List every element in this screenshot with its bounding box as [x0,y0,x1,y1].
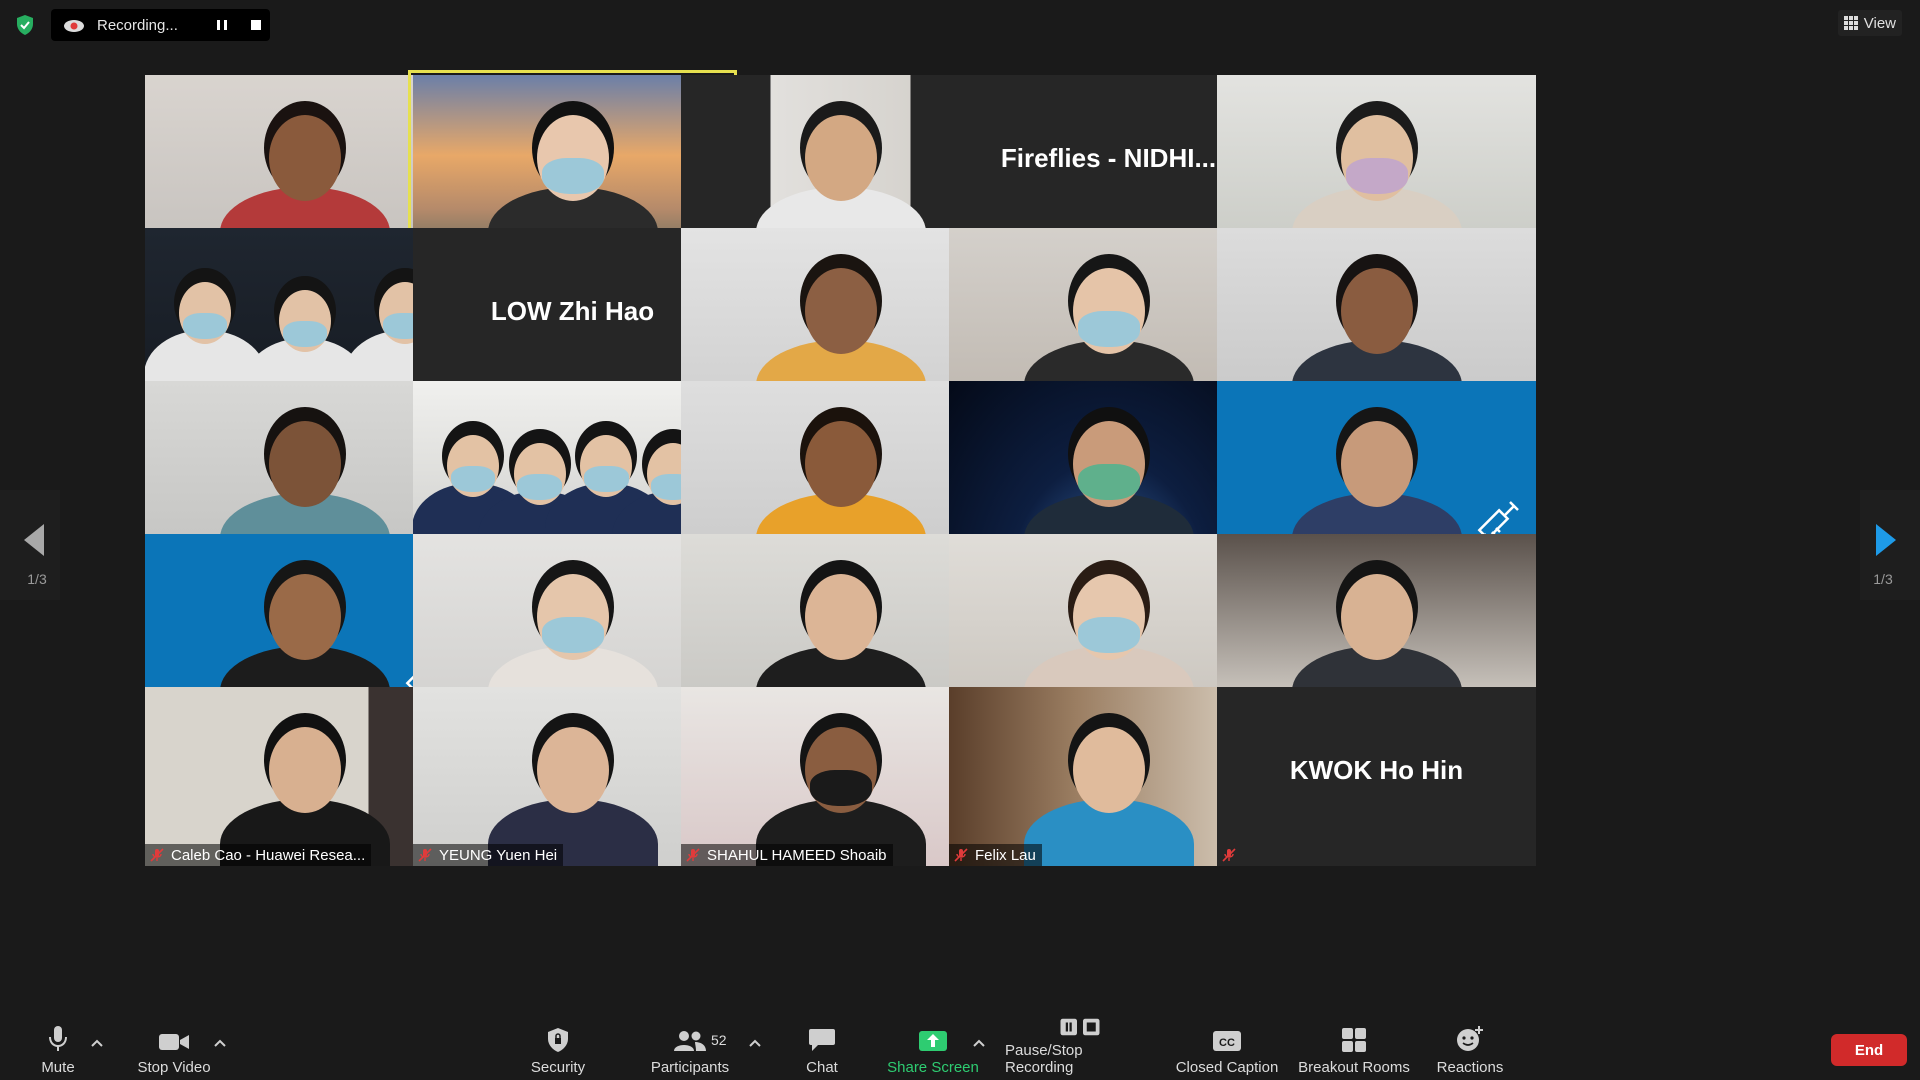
video-camera-icon [159,1034,189,1050]
security-shield-icon[interactable] [12,12,38,38]
stop-video-label: Stop Video [137,1059,211,1076]
reactions-label: Reactions [1436,1059,1504,1076]
participant-name-label [1217,844,1249,866]
face-mask [1078,311,1140,348]
face-mask [584,465,629,492]
mic-muted-icon [418,848,432,862]
closed-caption-label: Closed Caption [1175,1059,1279,1076]
participant-face [805,115,877,201]
participant-face [269,727,341,813]
video-gallery: AnkolikaYEAP Su JinPerkins HO (AWS)Firef… [145,70,1775,1005]
page-indicator-left: 1/3 [27,571,47,587]
share-screen-button[interactable]: Share Screen [887,1018,979,1080]
face-mask [282,320,328,347]
share-options-caret-icon[interactable] [972,1038,986,1048]
participant-face [269,421,341,507]
reactions-button[interactable]: Reactions [1434,1018,1506,1080]
previous-page-arrow-icon[interactable] [20,520,50,560]
recording-status: Recording... [97,16,178,34]
mute-label: Mute [41,1059,75,1076]
face-mask [1078,464,1140,501]
face-mask [542,617,604,654]
mic-muted-icon [1222,848,1236,862]
face-mask [1346,158,1408,195]
chat-label: Chat [806,1059,838,1076]
security-button[interactable]: Security [528,1018,588,1080]
view-button[interactable]: View [1837,10,1902,36]
face-mask [517,473,562,500]
breakout-rooms-button[interactable]: Breakout Rooms [1296,1018,1412,1080]
participant-name-label: Felix Lau [949,844,1042,866]
closed-caption-icon: CC [1213,1031,1241,1051]
breakout-rooms-icon [1342,1028,1366,1052]
participant-name-text: YEUNG Yuen Hei [439,846,558,864]
participant-face [537,727,609,813]
pause-stop-recording-icon [1060,1018,1100,1036]
face-mask [450,465,496,492]
participant-name-label: Caleb Cao - Huawei Resea... [145,844,372,866]
security-label: Security [530,1059,586,1076]
participant-name-label: YEUNG Yuen Hei [413,844,564,866]
participant-name-text: SHAHUL HAMEED Shoaib [707,846,887,864]
svg-text:CC: CC [1219,1037,1235,1049]
participant-name-display: KWOK Ho Hin [1289,755,1464,785]
stop-recording-icon[interactable] [248,17,264,33]
end-meeting-button[interactable]: End [1831,1034,1907,1066]
view-label: View [1863,14,1896,32]
participants-count-badge: 52 [711,1032,727,1048]
microphone-icon [49,1026,67,1051]
audio-options-caret-icon[interactable] [90,1038,104,1048]
participant-name-text: Felix Lau [975,846,1036,864]
next-page-arrow-icon[interactable] [1870,520,1900,560]
page-indicator-right: 1/3 [1873,571,1893,587]
participant-name-label: SHAHUL HAMEED Shoaib [681,844,893,866]
recording-cloud-icon [64,20,84,32]
face-mask [810,770,872,807]
breakout-rooms-label: Breakout Rooms [1298,1059,1410,1076]
participant-face [269,574,341,660]
participant-name-text: Caleb Cao - Huawei Resea... [171,846,366,864]
chat-button[interactable]: Chat [804,1018,840,1080]
stop-video-button[interactable]: Stop Video [134,1018,214,1080]
participants-options-caret-icon[interactable] [748,1038,762,1048]
mic-muted-icon [954,848,968,862]
participant-face [805,421,877,507]
participant-face [269,115,341,201]
pause-recording-icon[interactable] [214,17,230,33]
participant-face [805,574,877,660]
participants-label: Participants [650,1059,730,1076]
participant-face [1073,727,1145,813]
face-mask [542,158,604,195]
grid-view-icon [1843,16,1858,30]
pause-stop-recording-button[interactable]: Pause/Stop Recording [1005,1018,1155,1080]
mic-muted-icon [686,848,700,862]
participant-face [805,268,877,354]
participant-face [1341,421,1413,507]
participant-face [1341,574,1413,660]
pause-stop-recording-label: Pause/Stop Recording [1005,1042,1083,1076]
participants-button[interactable]: Participants [648,1018,732,1080]
recording-indicator: Recording... [51,9,270,41]
reactions-smiley-icon [1457,1026,1483,1051]
meeting-toolbar: Mute Stop Video Security Participants 52 [0,1018,1920,1080]
video-options-caret-icon[interactable] [213,1038,227,1048]
share-screen-label: Share Screen [887,1059,979,1076]
mute-button[interactable]: Mute [40,1018,76,1080]
face-mask [1078,617,1140,654]
security-shield-outline-icon [548,1028,568,1052]
mic-muted-icon [150,848,164,862]
participant-face [1341,268,1413,354]
closed-caption-button[interactable]: CC Closed Caption [1175,1018,1279,1080]
participant-video-tile[interactable]: KWOK Ho Hin [1217,687,1536,866]
participants-icon [674,1031,706,1051]
face-mask [182,312,228,339]
chat-bubble-icon [809,1029,835,1051]
share-screen-arrow-icon [919,1031,947,1051]
